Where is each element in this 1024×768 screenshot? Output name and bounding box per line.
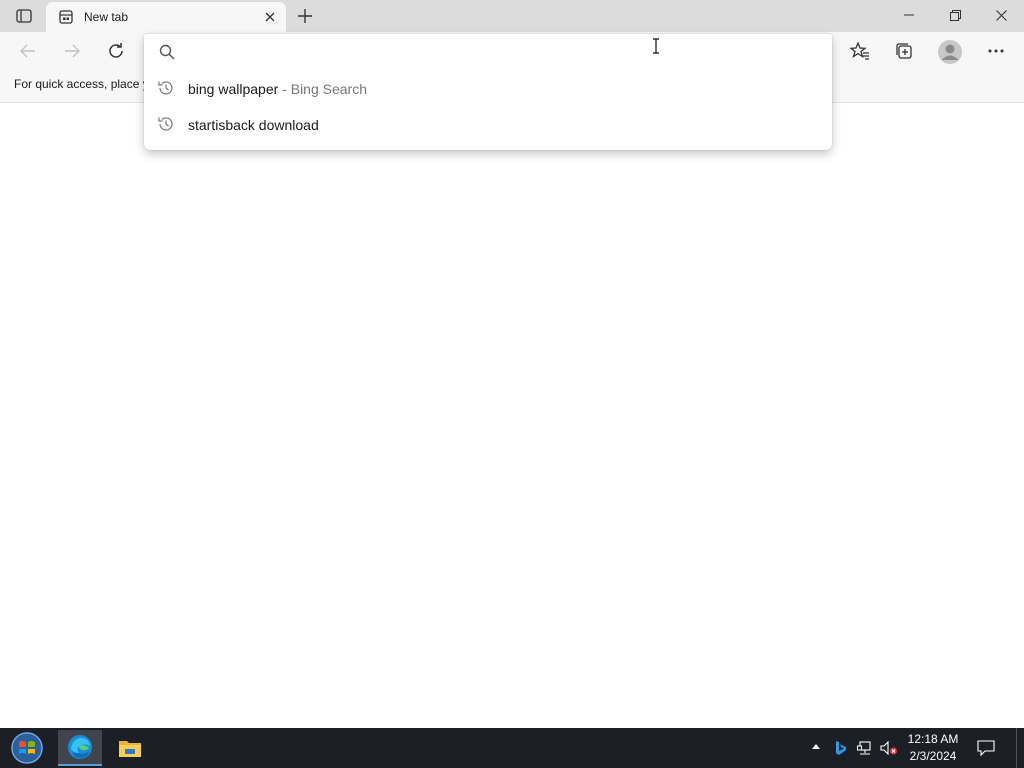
- bing-icon: [836, 741, 846, 755]
- favorites-button[interactable]: [848, 40, 872, 62]
- notification-icon: [977, 740, 995, 756]
- more-dots-icon: [988, 49, 1004, 53]
- tab-actions-icon: [16, 9, 32, 23]
- history-icon: [157, 79, 175, 97]
- new-tab-button[interactable]: [294, 5, 316, 27]
- refresh-icon: [109, 43, 123, 58]
- forward-button[interactable]: [60, 40, 84, 62]
- tab-title: New tab: [84, 10, 129, 24]
- file-explorer-icon: [119, 741, 141, 757]
- back-arrow-icon: [20, 44, 35, 58]
- restore-icon: [949, 9, 961, 21]
- address-bar-dropdown: bing wallpaper - Bing Search startisback…: [144, 34, 832, 150]
- text-cursor-icon: [653, 38, 659, 54]
- address-bar-input[interactable]: [184, 40, 808, 64]
- taskbar-file-explorer-button[interactable]: [108, 730, 152, 766]
- tray-network-button[interactable]: [856, 739, 874, 757]
- taskbar: 12:18 AM 2/3/2024: [0, 728, 1024, 768]
- close-icon: [995, 9, 1007, 21]
- tab-new-tab[interactable]: New tab: [46, 2, 286, 32]
- suggestion-text: bing wallpaper - Bing Search: [188, 81, 368, 97]
- tray-bing-button[interactable]: [832, 739, 850, 757]
- close-window-button[interactable]: [978, 0, 1024, 30]
- refresh-button[interactable]: [104, 40, 128, 62]
- tab-strip: New tab: [0, 0, 1024, 32]
- forward-arrow-icon: [65, 44, 80, 58]
- minimize-icon: [904, 14, 914, 16]
- settings-and-more-button[interactable]: [984, 40, 1008, 62]
- collections-button[interactable]: [892, 40, 916, 62]
- start-orb-icon: [11, 732, 43, 764]
- history-icon: [157, 115, 175, 133]
- tray-volume-button[interactable]: [880, 739, 898, 757]
- clock-date: 2/3/2024: [909, 749, 957, 763]
- action-center-button[interactable]: [975, 737, 997, 759]
- favorites-star-icon: [850, 42, 869, 60]
- suggestion-item[interactable]: startisback download: [144, 107, 832, 141]
- minimize-button[interactable]: [886, 0, 932, 30]
- collections-icon: [896, 43, 912, 59]
- restore-button[interactable]: [932, 0, 978, 30]
- taskbar-edge-button[interactable]: [58, 730, 102, 766]
- search-icon: [158, 43, 176, 61]
- start-button[interactable]: [8, 730, 46, 766]
- favorites-bar-message: For quick access, place y: [14, 77, 149, 91]
- tab-actions-button[interactable]: [10, 6, 38, 26]
- back-button[interactable]: [16, 40, 40, 62]
- profile-button[interactable]: [937, 39, 963, 65]
- network-icon: [857, 741, 871, 755]
- close-tab-icon[interactable]: [262, 9, 278, 25]
- suggestion-item[interactable]: bing wallpaper - Bing Search: [144, 71, 832, 105]
- chevron-up-icon: [812, 743, 820, 749]
- show-desktop-button[interactable]: [1016, 728, 1021, 768]
- profile-avatar-icon: [938, 40, 962, 64]
- plus-icon: [298, 9, 312, 23]
- new-tab-page-icon: [58, 9, 74, 25]
- volume-muted-icon: [880, 741, 897, 755]
- edge-icon: [68, 735, 92, 759]
- show-hidden-icons-button[interactable]: [810, 740, 822, 752]
- suggestion-source: - Bing Search: [278, 81, 368, 97]
- taskbar-clock[interactable]: 12:18 AM 2/3/2024: [904, 731, 962, 765]
- suggestion-text: startisback download: [188, 117, 319, 133]
- clock-time: 12:18 AM: [907, 732, 959, 746]
